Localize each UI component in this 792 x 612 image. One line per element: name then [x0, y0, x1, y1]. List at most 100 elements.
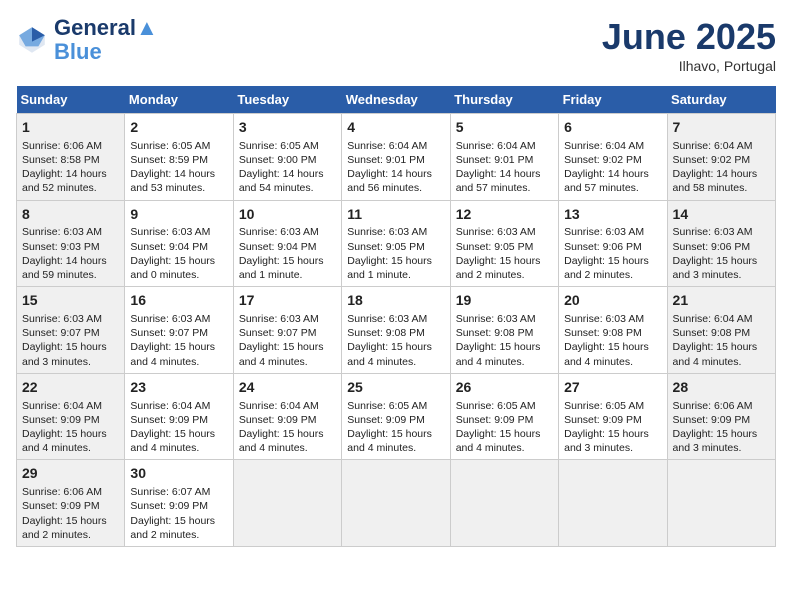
day-info-line: Sunset: 9:09 PM: [239, 413, 336, 427]
day-info-line: and 3 minutes.: [22, 355, 119, 369]
day-info-line: and 4 minutes.: [673, 355, 770, 369]
calendar-day-cell: 4Sunrise: 6:04 AMSunset: 9:01 PMDaylight…: [342, 114, 450, 201]
day-info-line: Sunset: 9:09 PM: [130, 413, 227, 427]
day-number: 29: [22, 464, 119, 483]
day-info-line: Sunrise: 6:04 AM: [456, 139, 553, 153]
calendar-day-cell: 25Sunrise: 6:05 AMSunset: 9:09 PMDayligh…: [342, 373, 450, 460]
day-info-line: Sunrise: 6:05 AM: [130, 139, 227, 153]
day-number: 18: [347, 291, 444, 310]
day-number: 14: [673, 205, 770, 224]
day-info-line: and 4 minutes.: [564, 355, 661, 369]
day-info-line: Sunrise: 6:03 AM: [22, 225, 119, 239]
calendar-day-cell: 12Sunrise: 6:03 AMSunset: 9:05 PMDayligh…: [450, 200, 558, 287]
day-info-line: Sunrise: 6:03 AM: [347, 312, 444, 326]
day-info-line: Sunrise: 6:03 AM: [456, 312, 553, 326]
calendar-week-row: 22Sunrise: 6:04 AMSunset: 9:09 PMDayligh…: [17, 373, 776, 460]
day-info-line: Daylight: 14 hours: [239, 167, 336, 181]
page-header: General▲ Blue June 2025 Ilhavo, Portugal: [16, 16, 776, 74]
day-info-line: Sunrise: 6:06 AM: [22, 139, 119, 153]
day-info-line: Daylight: 15 hours: [130, 427, 227, 441]
day-info-line: and 3 minutes.: [673, 268, 770, 282]
day-info-line: and 4 minutes.: [347, 355, 444, 369]
day-number: 8: [22, 205, 119, 224]
day-info-line: Sunrise: 6:03 AM: [239, 312, 336, 326]
day-info-line: Daylight: 15 hours: [456, 340, 553, 354]
calendar-title: June 2025: [602, 16, 776, 58]
day-info-line: Sunset: 9:05 PM: [456, 240, 553, 254]
day-info-line: Daylight: 15 hours: [130, 254, 227, 268]
day-info-line: Sunset: 9:09 PM: [673, 413, 770, 427]
day-info-line: Sunset: 8:58 PM: [22, 153, 119, 167]
calendar-week-row: 8Sunrise: 6:03 AMSunset: 9:03 PMDaylight…: [17, 200, 776, 287]
day-info-line: and 59 minutes.: [22, 268, 119, 282]
day-info-line: Daylight: 14 hours: [564, 167, 661, 181]
day-number: 12: [456, 205, 553, 224]
day-info-line: Daylight: 15 hours: [564, 427, 661, 441]
day-info-line: Daylight: 15 hours: [22, 514, 119, 528]
day-info-line: Sunrise: 6:04 AM: [673, 312, 770, 326]
day-number: 10: [239, 205, 336, 224]
day-info-line: and 56 minutes.: [347, 181, 444, 195]
logo-text: General▲ Blue: [54, 16, 158, 64]
day-info-line: Sunset: 9:08 PM: [564, 326, 661, 340]
day-info-line: and 4 minutes.: [347, 441, 444, 455]
day-info-line: Sunrise: 6:03 AM: [564, 312, 661, 326]
day-number: 13: [564, 205, 661, 224]
day-info-line: and 1 minute.: [347, 268, 444, 282]
day-info-line: Sunset: 9:08 PM: [673, 326, 770, 340]
day-info-line: Daylight: 14 hours: [673, 167, 770, 181]
day-info-line: and 57 minutes.: [456, 181, 553, 195]
calendar-day-cell: 2Sunrise: 6:05 AMSunset: 8:59 PMDaylight…: [125, 114, 233, 201]
weekday-header: Friday: [559, 86, 667, 114]
day-info-line: Sunset: 9:09 PM: [130, 499, 227, 513]
day-info-line: Sunset: 9:04 PM: [130, 240, 227, 254]
day-info-line: and 4 minutes.: [130, 441, 227, 455]
day-info-line: and 4 minutes.: [22, 441, 119, 455]
day-number: 7: [673, 118, 770, 137]
day-number: 16: [130, 291, 227, 310]
calendar-day-cell: 7Sunrise: 6:04 AMSunset: 9:02 PMDaylight…: [667, 114, 775, 201]
day-info-line: and 58 minutes.: [673, 181, 770, 195]
day-info-line: Sunset: 9:01 PM: [347, 153, 444, 167]
day-info-line: Sunrise: 6:06 AM: [22, 485, 119, 499]
day-info-line: and 0 minutes.: [130, 268, 227, 282]
weekday-header: Thursday: [450, 86, 558, 114]
day-info-line: Sunset: 9:06 PM: [673, 240, 770, 254]
day-info-line: and 4 minutes.: [130, 355, 227, 369]
calendar-day-cell: 21Sunrise: 6:04 AMSunset: 9:08 PMDayligh…: [667, 287, 775, 374]
day-number: 9: [130, 205, 227, 224]
calendar-day-cell: 16Sunrise: 6:03 AMSunset: 9:07 PMDayligh…: [125, 287, 233, 374]
day-number: 27: [564, 378, 661, 397]
calendar-day-cell: 9Sunrise: 6:03 AMSunset: 9:04 PMDaylight…: [125, 200, 233, 287]
day-info-line: and 1 minute.: [239, 268, 336, 282]
day-info-line: Daylight: 15 hours: [22, 340, 119, 354]
day-info-line: Sunset: 9:08 PM: [456, 326, 553, 340]
day-number: 20: [564, 291, 661, 310]
day-info-line: Sunset: 9:09 PM: [22, 413, 119, 427]
calendar-day-cell: 18Sunrise: 6:03 AMSunset: 9:08 PMDayligh…: [342, 287, 450, 374]
day-info-line: Daylight: 15 hours: [239, 254, 336, 268]
day-number: 11: [347, 205, 444, 224]
calendar-day-cell: 3Sunrise: 6:05 AMSunset: 9:00 PMDaylight…: [233, 114, 341, 201]
day-number: 26: [456, 378, 553, 397]
day-info-line: and 3 minutes.: [564, 441, 661, 455]
day-info-line: Sunrise: 6:04 AM: [239, 399, 336, 413]
day-number: 25: [347, 378, 444, 397]
calendar-day-cell: 13Sunrise: 6:03 AMSunset: 9:06 PMDayligh…: [559, 200, 667, 287]
day-number: 3: [239, 118, 336, 137]
day-info-line: and 53 minutes.: [130, 181, 227, 195]
day-info-line: and 2 minutes.: [22, 528, 119, 542]
day-info-line: Sunset: 9:04 PM: [239, 240, 336, 254]
calendar-day-cell: 19Sunrise: 6:03 AMSunset: 9:08 PMDayligh…: [450, 287, 558, 374]
day-number: 17: [239, 291, 336, 310]
day-info-line: Daylight: 15 hours: [347, 427, 444, 441]
day-info-line: Sunrise: 6:03 AM: [673, 225, 770, 239]
weekday-header: Saturday: [667, 86, 775, 114]
day-number: 6: [564, 118, 661, 137]
calendar-day-cell: 22Sunrise: 6:04 AMSunset: 9:09 PMDayligh…: [17, 373, 125, 460]
day-info-line: Sunrise: 6:04 AM: [22, 399, 119, 413]
day-info-line: Sunrise: 6:03 AM: [130, 312, 227, 326]
calendar-day-cell: 1Sunrise: 6:06 AMSunset: 8:58 PMDaylight…: [17, 114, 125, 201]
day-info-line: Sunset: 9:08 PM: [347, 326, 444, 340]
calendar-day-cell: 20Sunrise: 6:03 AMSunset: 9:08 PMDayligh…: [559, 287, 667, 374]
